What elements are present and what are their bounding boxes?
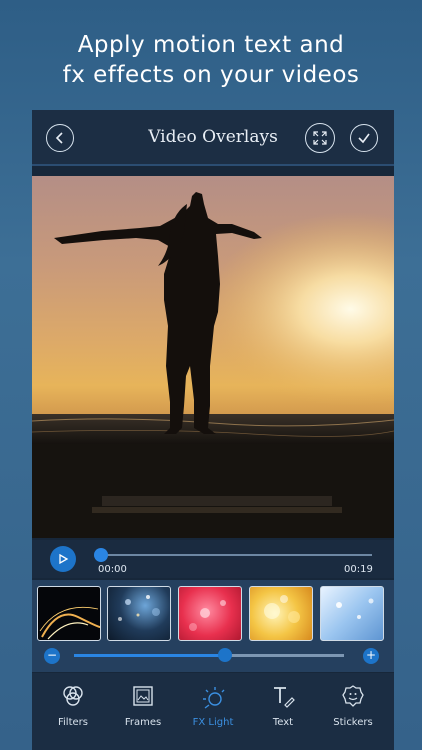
increase-intensity-button[interactable]: +: [363, 648, 379, 664]
confirm-button[interactable]: [350, 124, 378, 152]
fullscreen-icon: [313, 131, 327, 145]
text-icon: [274, 687, 295, 708]
light-streak-image: [39, 606, 100, 640]
top-bar: Video Overlays: [32, 110, 394, 166]
tab-filters[interactable]: Filters: [37, 683, 109, 728]
seek-handle[interactable]: [94, 548, 108, 562]
intensity-fill: [74, 654, 225, 657]
playback-controls: 00:00 00:19: [32, 540, 394, 578]
stickers-icon: [342, 685, 364, 707]
golden-bokeh-image: [264, 595, 300, 623]
tab-label-frames: Frames: [124, 717, 162, 728]
promo-headline: Apply motion text and fx effects on your…: [0, 30, 422, 90]
tab-frames[interactable]: Frames: [107, 683, 179, 728]
fx-light-icon: [203, 687, 225, 709]
tab-label-stickers: Stickers: [333, 717, 373, 728]
bokeh-image: [118, 595, 160, 621]
sparkle-image: [336, 598, 374, 619]
phone-screen: Video Overlays 00:00 00:19 − + Filters F…: [32, 110, 394, 750]
back-icon: [55, 132, 63, 144]
fx-thumb-light-streak[interactable]: [37, 586, 101, 641]
current-time: 00:00: [98, 564, 127, 575]
tab-label-text: Text: [272, 717, 294, 728]
filters-icon: [63, 686, 83, 706]
fullscreen-button[interactable]: [305, 123, 335, 153]
video-preview[interactable]: [32, 176, 394, 538]
fx-thumb-golden-bokeh[interactable]: [249, 586, 313, 641]
promo-line-2: fx effects on your videos: [62, 62, 360, 88]
back-button[interactable]: [46, 124, 74, 152]
tab-label-fx-light: FX Light: [192, 717, 234, 728]
tab-fx-light[interactable]: FX Light: [177, 683, 249, 728]
tab-stickers[interactable]: Stickers: [317, 683, 389, 728]
duration-time: 00:19: [344, 564, 373, 575]
promo-line-1: Apply motion text and: [77, 32, 345, 58]
tab-label-filters: Filters: [58, 717, 88, 728]
bottom-tab-bar: Filters Frames FX Light Text Stickers: [32, 673, 394, 750]
decrease-intensity-button[interactable]: −: [44, 648, 60, 664]
seek-track[interactable]: [100, 554, 372, 556]
intensity-handle[interactable]: [218, 648, 232, 662]
play-icon: [59, 553, 69, 565]
fx-thumb-bokeh-blue[interactable]: [107, 586, 171, 641]
check-icon: [358, 133, 370, 144]
fx-effects-strip: − +: [32, 580, 394, 672]
fx-thumb-blue-sparkle[interactable]: [320, 586, 384, 641]
tab-text[interactable]: Text: [247, 683, 319, 728]
hearts-image: [189, 600, 226, 631]
page-title: Video Overlays: [148, 127, 278, 147]
play-button[interactable]: [50, 546, 76, 572]
fx-thumb-red-hearts[interactable]: [178, 586, 242, 641]
frames-icon: [133, 686, 153, 706]
video-frame-image: [32, 176, 394, 538]
